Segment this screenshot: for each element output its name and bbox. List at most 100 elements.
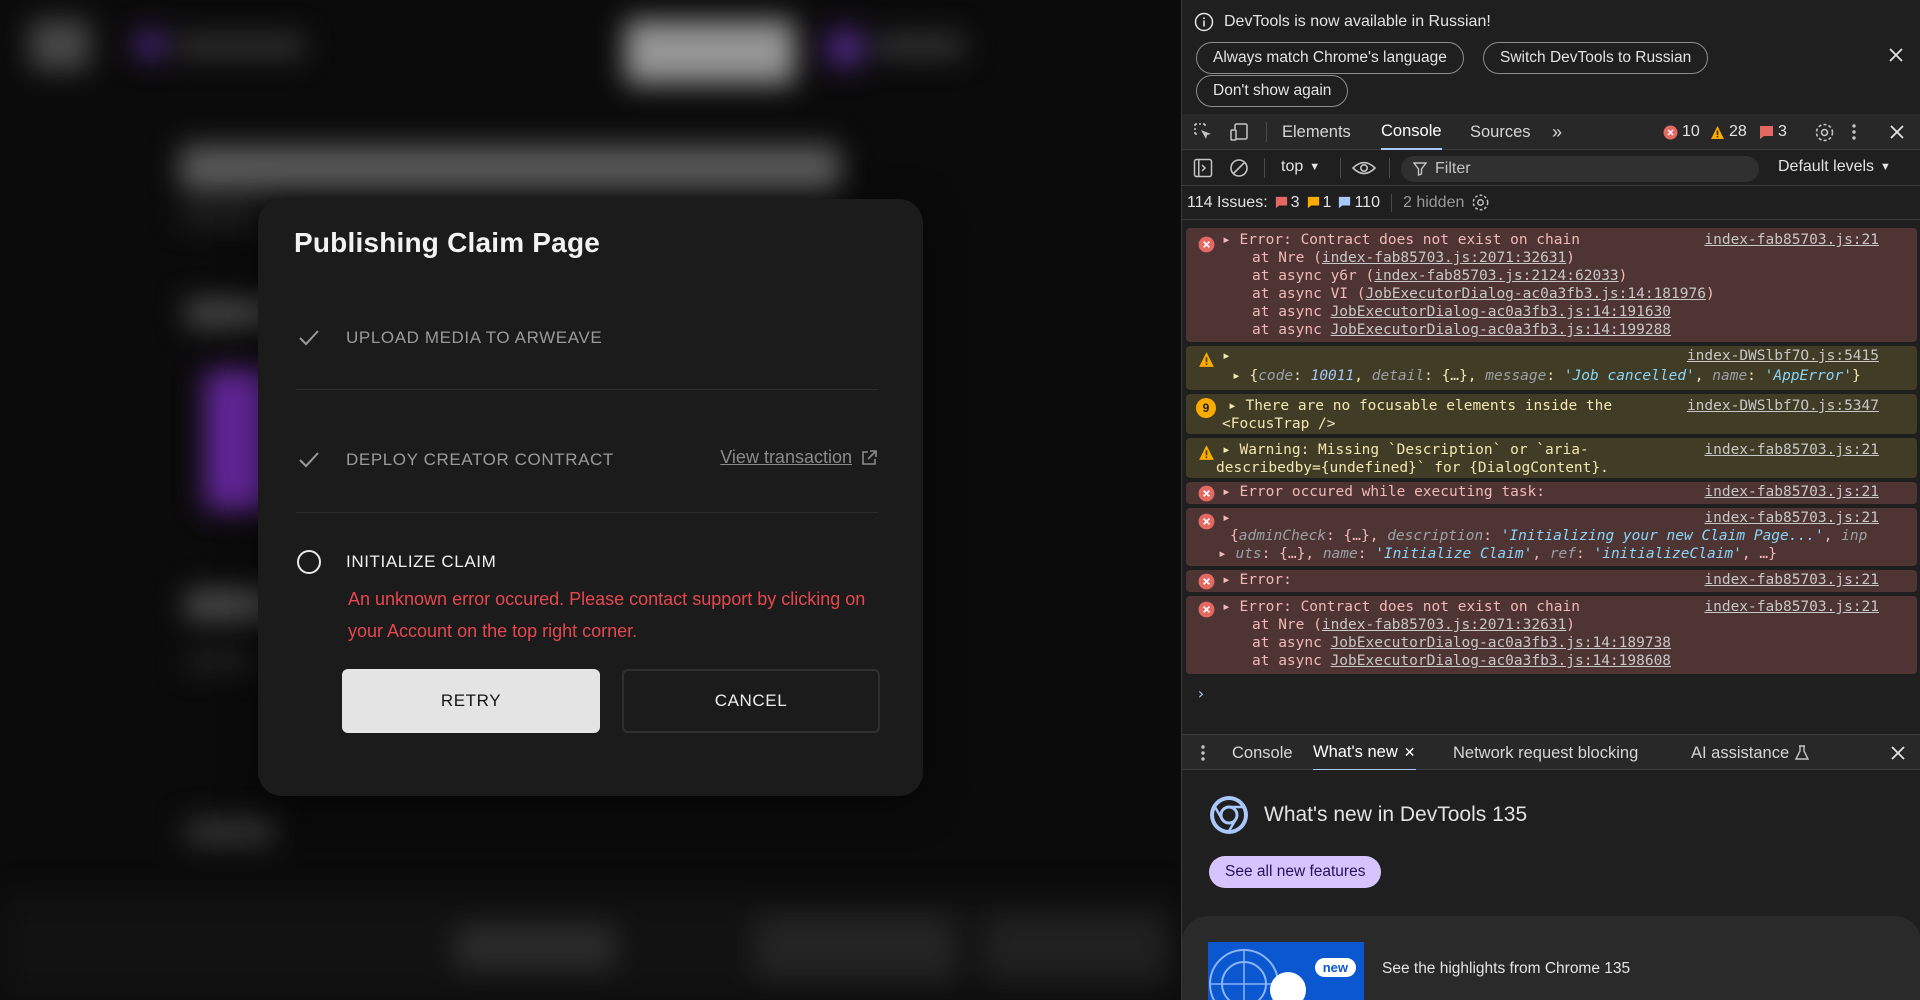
source-link[interactable]: index-DWSlbf7O.js:5347: [1687, 398, 1879, 414]
source-link[interactable]: index-fab85703.js:21: [1704, 484, 1879, 500]
hidden-count: 2 hidden: [1402, 193, 1465, 211]
live-expression-eye-icon[interactable]: [1352, 158, 1376, 178]
warning-counter[interactable]: 28: [1710, 114, 1747, 150]
console-warning-message[interactable]: ▸ Warning: Missing `Description` or `ari…: [1186, 438, 1917, 478]
issues-info-count[interactable]: 110: [1338, 194, 1380, 212]
source-link[interactable]: index-fab85703.js:21: [1704, 232, 1879, 248]
error-icon: [1198, 485, 1215, 502]
warning-icon: [1199, 352, 1214, 367]
external-link-icon: [862, 449, 877, 465]
retry-button[interactable]: RETRY: [342, 669, 600, 733]
error-counter[interactable]: 10: [1663, 114, 1700, 150]
devtools-main-toolbar: Elements Console Sources » 10 28 3: [1182, 114, 1920, 150]
settings-gear-icon[interactable]: [1814, 122, 1835, 143]
whats-new-panel: What's new in DevTools 135 See all new f…: [1182, 770, 1920, 1000]
issues-counter[interactable]: 3: [1759, 114, 1787, 150]
sidebar-toggle-icon[interactable]: [1193, 158, 1213, 178]
stack-link[interactable]: JobExecutorDialog-ac0a3fb3.js:14:199288: [1331, 322, 1671, 338]
dropdown-arrow-icon: ▼: [1880, 161, 1891, 173]
stack-link[interactable]: JobExecutorDialog-ac0a3fb3.js:14:189738: [1331, 635, 1671, 651]
repeat-count-badge: 9: [1196, 398, 1216, 418]
console-error-message[interactable]: ▸ Error: Contract does not exist on chai…: [1186, 228, 1917, 342]
issue-info-flag-icon: [1339, 196, 1351, 209]
infobar-message: DevTools is now available in Russian!: [1224, 13, 1491, 30]
step-label: INITIALIZE CLAIM: [346, 552, 497, 571]
devtools-panel: DevTools is now available in Russian! Al…: [1181, 0, 1920, 1000]
source-link[interactable]: index-fab85703.js:21: [1704, 599, 1879, 615]
drawer-menu-icon[interactable]: [1200, 743, 1206, 763]
video-thumbnail[interactable]: new: [1208, 942, 1364, 1000]
check-icon: [299, 330, 319, 346]
app-viewport: Publishing Claim Page UPLOAD MEDIA TO AR…: [0, 0, 1180, 1000]
log-levels-dropdown[interactable]: Default levels ▼: [1778, 158, 1891, 176]
source-link[interactable]: index-fab85703.js:21: [1704, 442, 1879, 458]
close-devtools-icon[interactable]: [1886, 121, 1908, 143]
console-error-message[interactable]: ▸ Error: Contract does not exist on chai…: [1186, 596, 1917, 674]
console-error-message[interactable]: ▸ Error: index-fab85703.js:21: [1186, 570, 1917, 592]
close-drawer-icon[interactable]: [1887, 742, 1909, 764]
check-icon: [299, 452, 319, 468]
warning-icon: [1199, 445, 1214, 460]
error-icon: [1198, 573, 1215, 590]
drawer-tab-ai-assistance[interactable]: AI assistance: [1691, 735, 1810, 771]
issues-error-count[interactable]: 3: [1275, 194, 1300, 212]
console-error-message[interactable]: ▸ index-fab85703.js:21 {adminCheck: {…},…: [1186, 508, 1917, 566]
source-link[interactable]: index-fab85703.js:21: [1704, 510, 1879, 526]
drawer-tabbar: Console What's new ✕ Network request blo…: [1182, 734, 1920, 771]
issue-flag-icon: [1760, 125, 1773, 139]
cancel-button[interactable]: CANCEL: [622, 669, 880, 733]
source-link[interactable]: index-DWSlbf7O.js:5415: [1687, 348, 1879, 364]
console-toolbar: top ▼ Filter Default levels ▼: [1182, 150, 1920, 186]
dropdown-arrow-icon: ▼: [1309, 161, 1321, 173]
console-error-message[interactable]: ▸ Error occured while executing task: in…: [1186, 482, 1917, 504]
close-tab-icon[interactable]: ✕: [1404, 744, 1416, 761]
console-warning-message[interactable]: ▸ index-DWSlbf7O.js:5415 ▸ {code: 10011,…: [1186, 346, 1917, 390]
close-icon[interactable]: [1885, 44, 1907, 66]
step-label: DEPLOY CREATOR CONTRACT: [346, 450, 614, 469]
language-infobar: DevTools is now available in Russian! Al…: [1182, 0, 1920, 112]
drawer-tab-network-request-blocking[interactable]: Network request blocking: [1453, 735, 1638, 771]
issues-warning-count[interactable]: 1: [1307, 194, 1331, 212]
step-label: UPLOAD MEDIA TO ARWEAVE: [346, 328, 603, 347]
console-settings-gear-icon[interactable]: [1471, 193, 1490, 212]
tab-elements[interactable]: Elements: [1282, 114, 1351, 150]
always-match-language-button[interactable]: Always match Chrome's language: [1196, 42, 1464, 74]
highlights-card[interactable]: new See the highlights from Chrome 135: [1182, 916, 1920, 1000]
stack-link[interactable]: JobExecutorDialog-ac0a3fb3.js:14:181976: [1366, 286, 1706, 302]
more-tabs-chevron-icon[interactable]: »: [1552, 114, 1562, 150]
stack-link[interactable]: index-fab85703.js:2071:32631: [1322, 617, 1566, 633]
drawer-tab-console[interactable]: Console: [1232, 735, 1293, 771]
highlights-text: See the highlights from Chrome 135: [1382, 960, 1631, 977]
stack-link[interactable]: index-fab85703.js:2124:62033: [1374, 268, 1618, 284]
issue-warning-flag-icon: [1307, 196, 1319, 209]
more-options-icon[interactable]: [1849, 122, 1859, 142]
clear-console-icon[interactable]: [1229, 158, 1249, 178]
device-toolbar-icon[interactable]: [1230, 122, 1252, 142]
context-selector[interactable]: top ▼: [1281, 158, 1320, 176]
filter-funnel-icon: [1413, 162, 1427, 176]
inspect-element-icon[interactable]: [1193, 122, 1213, 142]
pending-circle-icon: [297, 550, 321, 574]
filter-input[interactable]: Filter: [1401, 156, 1759, 182]
dont-show-again-button[interactable]: Don't show again: [1196, 75, 1349, 107]
info-icon: [1194, 12, 1214, 32]
issues-bar: 114 Issues: 3 1 110 2 hidden: [1182, 186, 1920, 220]
see-all-features-button[interactable]: See all new features: [1209, 856, 1382, 888]
console-warning-message[interactable]: 9 ▸ There are no focusable elements insi…: [1186, 394, 1917, 434]
stack-link[interactable]: JobExecutorDialog-ac0a3fb3.js:14:191630: [1331, 304, 1671, 320]
console-prompt-chevron-icon[interactable]: ›: [1196, 684, 1206, 703]
tab-sources[interactable]: Sources: [1470, 114, 1531, 150]
drawer-tab-whats-new[interactable]: What's new ✕: [1313, 735, 1416, 771]
chrome-devtools-logo-icon: [1210, 796, 1248, 834]
publishing-dialog: Publishing Claim Page UPLOAD MEDIA TO AR…: [258, 199, 923, 796]
new-badge: new: [1314, 958, 1356, 977]
flask-icon: [1795, 745, 1810, 760]
view-transaction-link[interactable]: View transaction: [720, 447, 878, 468]
issue-flag-icon: [1275, 196, 1287, 209]
switch-to-russian-button[interactable]: Switch DevTools to Russian: [1483, 42, 1709, 74]
source-link[interactable]: index-fab85703.js:21: [1704, 572, 1879, 588]
stack-link[interactable]: JobExecutorDialog-ac0a3fb3.js:14:198608: [1331, 653, 1671, 669]
step-divider: [296, 389, 878, 390]
stack-link[interactable]: index-fab85703.js:2071:32631: [1322, 250, 1566, 266]
tab-console[interactable]: Console: [1381, 114, 1442, 150]
